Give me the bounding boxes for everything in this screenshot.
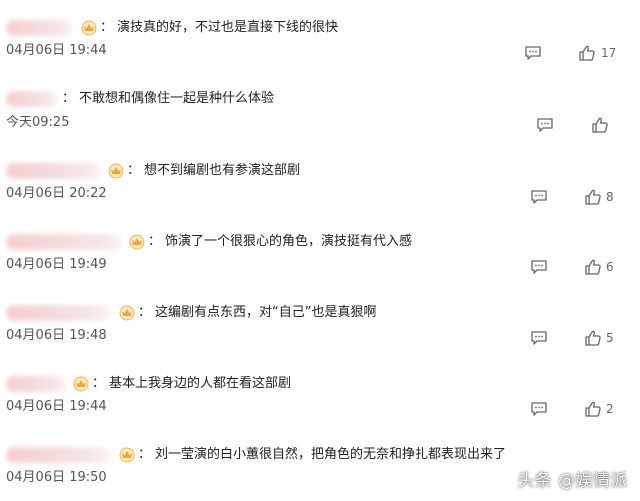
crown-badge-icon xyxy=(129,234,145,250)
crown-badge-icon xyxy=(119,447,135,463)
comment-time: 04月06日 20:22 xyxy=(6,186,107,201)
comment-text: ：演技真的好，不过也是直接下线的很快 xyxy=(100,20,339,35)
crown-badge-icon xyxy=(73,376,89,392)
comment-text: ：这编剧有点东西，对“自己”也是真狠啊 xyxy=(138,305,377,320)
comment-icon[interactable] xyxy=(524,44,542,62)
comment-text: ：刘一莹演的白小蕙很自然，把角色的无奈和挣扎都表现出来了 xyxy=(138,447,507,462)
thumbs-up-icon[interactable] xyxy=(584,329,602,347)
comment-icon[interactable] xyxy=(530,258,548,276)
username-blurred[interactable] xyxy=(6,20,72,36)
comment-item: ：不敢想和偶像住一起是种什么体验 今天09:25 xyxy=(0,91,640,136)
comment-item: ：这编剧有点东西，对“自己”也是真狠啊 04月06日 19:48 5 xyxy=(0,305,640,350)
username-blurred[interactable] xyxy=(6,163,102,179)
username-blurred[interactable] xyxy=(6,447,110,463)
thumbs-up-icon[interactable] xyxy=(591,116,609,134)
crown-badge-icon xyxy=(119,305,135,321)
crown-badge-icon xyxy=(108,163,124,179)
comment-icon[interactable] xyxy=(530,188,548,206)
comment-actions xyxy=(536,116,616,134)
comment-text: ：基本上我身边的人都在看这部剧 xyxy=(92,376,292,391)
comment-item: ：饰演了一个很狠心的角色，演技挺有代入感 04月06日 19:49 6 xyxy=(0,234,640,279)
comment-icon[interactable] xyxy=(536,116,554,134)
comment-time: 04月06日 19:44 xyxy=(6,399,107,414)
comment-time: 04月06日 19:48 xyxy=(6,328,107,343)
comment-actions: 17 xyxy=(524,44,624,62)
crown-badge-icon xyxy=(81,20,97,36)
comment-icon[interactable] xyxy=(530,400,548,418)
comment-item: ：想不到编剧也有参演这部剧 04月06日 20:22 8 xyxy=(0,163,640,208)
comment-time: 今天09:25 xyxy=(6,115,70,130)
username-blurred[interactable] xyxy=(6,91,58,107)
username-blurred[interactable] xyxy=(6,234,122,250)
like-count: 5 xyxy=(606,331,614,345)
like-count: 8 xyxy=(606,190,614,204)
thumbs-up-icon[interactable] xyxy=(584,400,602,418)
username-blurred[interactable] xyxy=(6,376,66,392)
comment-time: 04月06日 19:49 xyxy=(6,257,107,272)
thumbs-up-icon[interactable] xyxy=(584,258,602,276)
comment-item: ：演技真的好，不过也是直接下线的很快 04月06日 19:44 17 xyxy=(0,20,640,65)
like-count: 6 xyxy=(606,260,614,274)
comment-actions: 8 xyxy=(530,188,620,206)
comment-time: 04月06日 19:50 xyxy=(6,470,107,485)
username-blurred[interactable] xyxy=(6,305,110,321)
comment-text: ：饰演了一个很狠心的角色，演技挺有代入感 xyxy=(148,234,413,249)
comment-item: ：基本上我身边的人都在看这部剧 04月06日 19:44 2 xyxy=(0,376,640,421)
like-count: 2 xyxy=(606,402,614,416)
comment-actions: 5 xyxy=(530,329,620,347)
comment-time: 04月06日 19:44 xyxy=(6,43,107,58)
comment-text: ：想不到编剧也有参演这部剧 xyxy=(127,163,301,178)
comment-icon[interactable] xyxy=(530,329,548,347)
thumbs-up-icon[interactable] xyxy=(584,188,602,206)
comment-actions: 6 xyxy=(530,258,620,276)
thumbs-up-icon[interactable] xyxy=(578,44,596,62)
comment-text: ：不敢想和偶像住一起是种什么体验 xyxy=(62,91,275,106)
watermark: 头条 @娱情派 xyxy=(517,471,628,491)
like-count: 17 xyxy=(601,46,617,60)
comment-actions: 2 xyxy=(530,400,620,418)
